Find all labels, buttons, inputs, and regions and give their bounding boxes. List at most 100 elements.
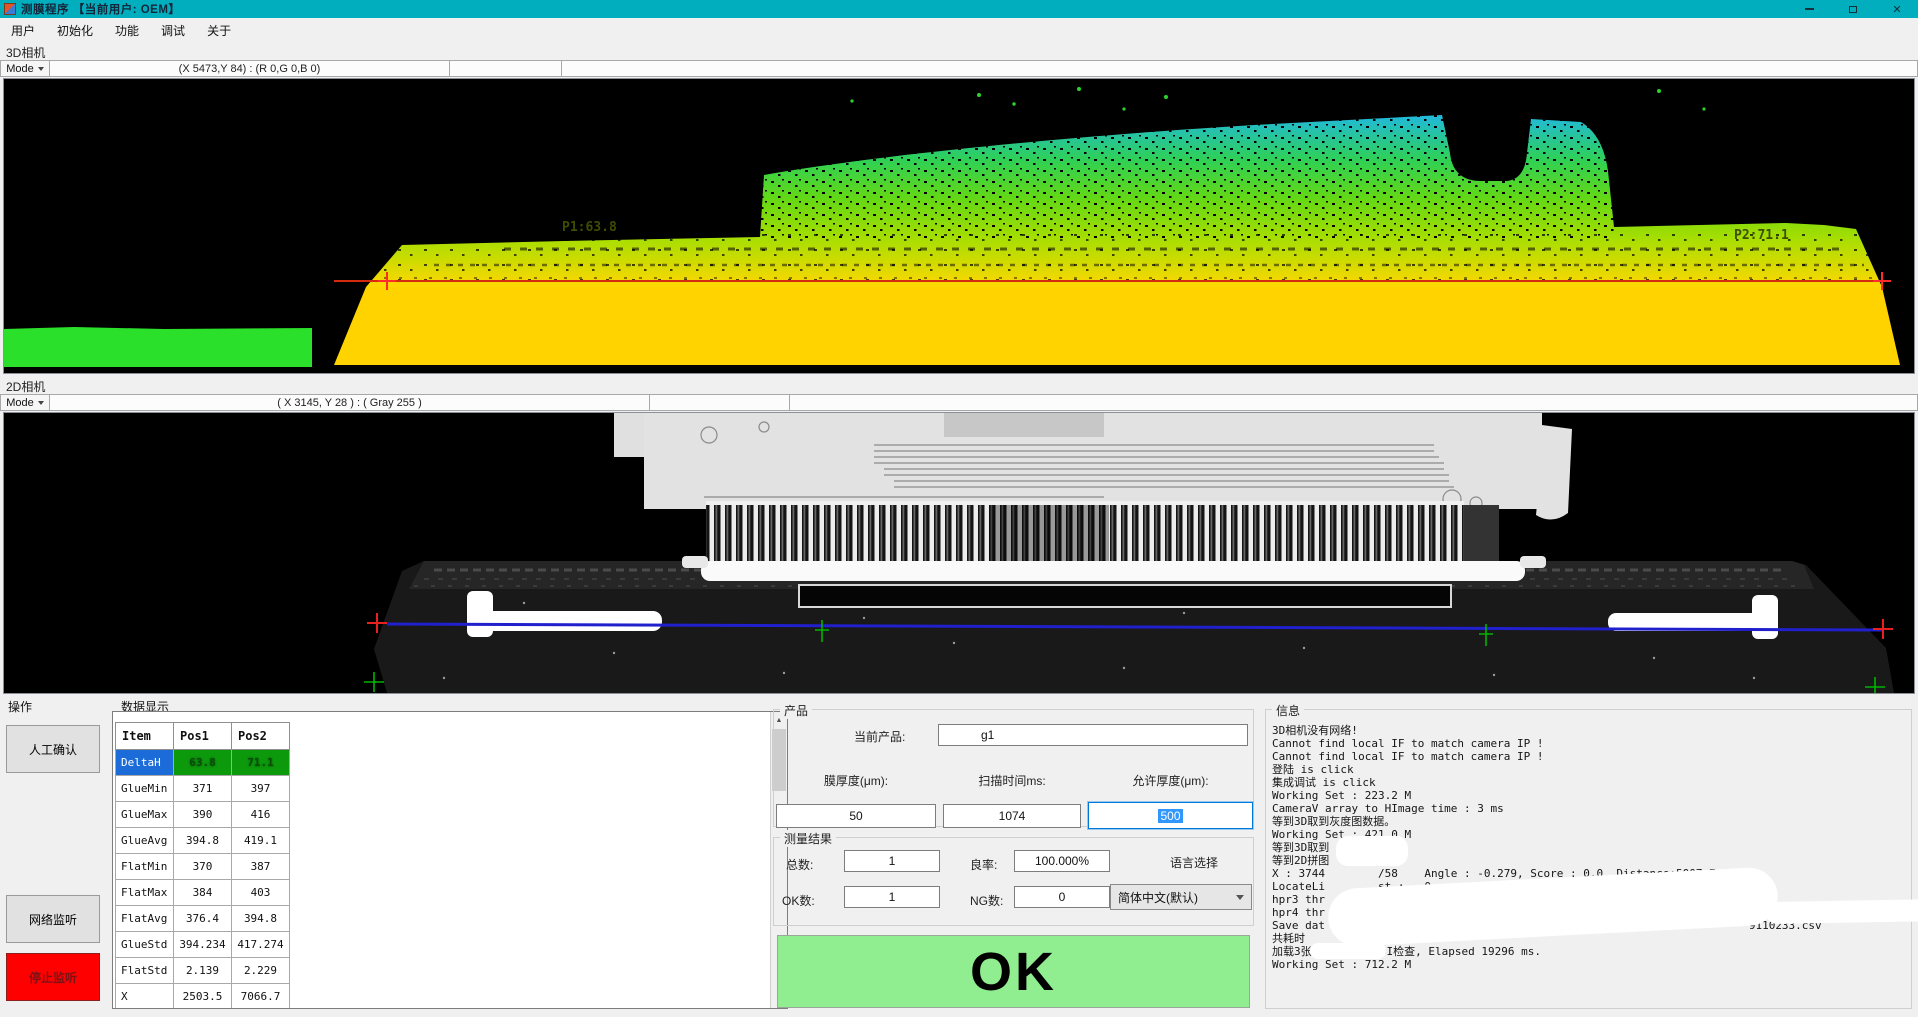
total-field: 1 [844, 850, 940, 872]
camera2d-status: ( X 3145, Y 28 ) : ( Gray 255 ) [50, 394, 650, 411]
cell-pos1: 371 [174, 776, 232, 802]
info-title: 信息 [1272, 702, 1304, 719]
camera3d-mode-button[interactable]: Mode [0, 60, 50, 77]
menu-item[interactable]: 功能 [104, 18, 150, 42]
language-label: 语言选择 [1144, 854, 1244, 871]
table-header-row: Item Pos1 Pos2 [116, 723, 290, 750]
table-row[interactable]: FlatStd 2.139 2.229 [116, 958, 290, 984]
current-product-field[interactable]: g1 [938, 724, 1248, 746]
mode-button-label: Mode [6, 63, 34, 75]
cell-pos1: 394.234 [174, 932, 232, 958]
cell-pos1: 63.8 [174, 750, 232, 776]
cell-pos2: 416 [232, 802, 290, 828]
camera3d-view[interactable]: P1:63.8 P2:71.1 [3, 78, 1915, 374]
results-group: 测量结果 总数: 1 良率: 100.000% 语言选择 OK数: 1 NG数:… [773, 837, 1254, 926]
cell-pos1: 2503.5 [174, 984, 232, 1010]
camera2d-mode-button[interactable]: Mode [0, 394, 50, 411]
title-bar: 测膜程序 【当前用户: OEM】 ✕ [0, 0, 1918, 18]
scan-time-field[interactable]: 1074 [943, 804, 1081, 828]
cell-pos2: 417.274 [232, 932, 290, 958]
cell-pos2: 387 [232, 854, 290, 880]
log-line: Working Set : 223.2 M [1272, 789, 1907, 802]
log-line: Cannot find local IF to match camera IP … [1272, 737, 1907, 750]
info-group: 信息 3D相机没有网络!Cannot find local IF to matc… [1265, 709, 1912, 1009]
table-row[interactable]: DeltaH 63.8 71.1 [116, 750, 290, 776]
app-icon [4, 3, 16, 15]
cell-pos1: 384 [174, 880, 232, 906]
ng-count-label: NG数: [970, 892, 1003, 909]
table-row[interactable]: FlatMin 370 387 [116, 854, 290, 880]
camera2d-status-seg2 [650, 394, 790, 411]
cell-item: GlueStd [116, 932, 174, 958]
close-button[interactable]: ✕ [1888, 2, 1906, 16]
cell-pos1: 376.4 [174, 906, 232, 932]
total-label: 总数: [786, 856, 813, 873]
cell-item: GlueMax [116, 802, 174, 828]
table-row[interactable]: GlueMin 371 397 [116, 776, 290, 802]
chevron-down-icon [38, 67, 44, 71]
ok-count-field: 1 [844, 886, 940, 908]
maximize-icon [1849, 6, 1857, 13]
results-title: 测量结果 [780, 830, 836, 847]
menu-item[interactable]: 用户 [0, 18, 46, 42]
cell-pos1: 394.8 [174, 828, 232, 854]
cell-pos1: 2.139 [174, 958, 232, 984]
minimize-button[interactable] [1800, 2, 1818, 16]
menu-item[interactable]: 关于 [196, 18, 242, 42]
camera2d-mode-bar: Mode ( X 3145, Y 28 ) : ( Gray 255 ) [0, 394, 1918, 411]
table-row[interactable]: GlueMax 390 416 [116, 802, 290, 828]
camera2d-view[interactable] [3, 412, 1915, 694]
manual-confirm-button[interactable]: 人工确认 [6, 725, 100, 773]
minimize-icon [1805, 8, 1814, 10]
chevron-down-icon [38, 401, 44, 405]
cell-pos2: 7066.7 [232, 984, 290, 1010]
allow-thickness-field[interactable]: 500 [1088, 802, 1253, 829]
bottom-panel: 操作 人工确认 网络监听 停止监听 数据显示 Item Pos1 Pos2 [0, 695, 1918, 1017]
language-value: 简体中文(默认) [1118, 889, 1198, 906]
chevron-down-icon [1236, 895, 1244, 900]
log-line: 等到3D取到灰度图数据。 [1272, 815, 1907, 828]
table-row[interactable]: X 2503.5 7066.7 [116, 984, 290, 1010]
menu-bar: 用户初始化功能调试关于 [0, 18, 1918, 42]
cell-pos2: 2.229 [232, 958, 290, 984]
camera3d-status-seg2 [450, 60, 562, 77]
film-thickness-field[interactable]: 50 [776, 804, 936, 828]
table-row[interactable]: GlueStd 394.234 417.274 [116, 932, 290, 958]
cell-pos2: 397 [232, 776, 290, 802]
p2-measure-label: P2:71.1 [1734, 228, 1789, 243]
heightmap-image: P1:63.8 P2:71.1 [4, 79, 1914, 373]
cell-pos1: 370 [174, 854, 232, 880]
col-pos2: Pos2 [232, 723, 290, 750]
col-item: Item [116, 723, 174, 750]
table-row[interactable]: FlatAvg 376.4 394.8 [116, 906, 290, 932]
yield-label: 良率: [970, 856, 997, 873]
cell-item: FlatMax [116, 880, 174, 906]
language-select[interactable]: 简体中文(默认) [1110, 884, 1252, 910]
cell-item: FlatMin [116, 854, 174, 880]
cell-item: FlatAvg [116, 906, 174, 932]
scan-time-label: 扫描时间ms: [943, 772, 1081, 789]
maximize-button[interactable] [1844, 2, 1862, 16]
cell-item: DeltaH [116, 750, 174, 776]
log-line: CameraV array to HImage time : 3 ms [1272, 802, 1907, 815]
table-row[interactable]: GlueAvg 394.8 419.1 [116, 828, 290, 854]
log-line: 登陆 is click [1272, 763, 1907, 776]
log-line: Cannot find local IF to match camera IP … [1272, 750, 1907, 763]
grayscale-image [4, 413, 1914, 693]
ng-count-field: 0 [1014, 886, 1110, 908]
camera2d-status-seg3 [790, 394, 1918, 411]
camera3d-status-seg3 [562, 60, 1918, 77]
redaction-blob [1310, 943, 1386, 959]
menu-item[interactable]: 初始化 [46, 18, 104, 42]
measurement-table: Item Pos1 Pos2 DeltaH 63.8 71.1 [115, 722, 290, 1009]
cell-item: GlueAvg [116, 828, 174, 854]
cell-pos1: 390 [174, 802, 232, 828]
network-listen-button[interactable]: 网络监听 [6, 895, 100, 943]
stop-listen-button[interactable]: 停止监听 [6, 953, 100, 1001]
allow-thickness-label: 允许厚度(μm): [1088, 772, 1253, 789]
menu-item[interactable]: 调试 [150, 18, 196, 42]
table-row[interactable]: FlatMax 384 403 [116, 880, 290, 906]
camera3d-mode-bar: Mode (X 5473,Y 84) : (R 0,G 0,B 0) [0, 60, 1918, 77]
current-product-label: 当前产品: [854, 728, 905, 745]
film-thickness-label: 膜厚度(μm): [776, 772, 936, 789]
